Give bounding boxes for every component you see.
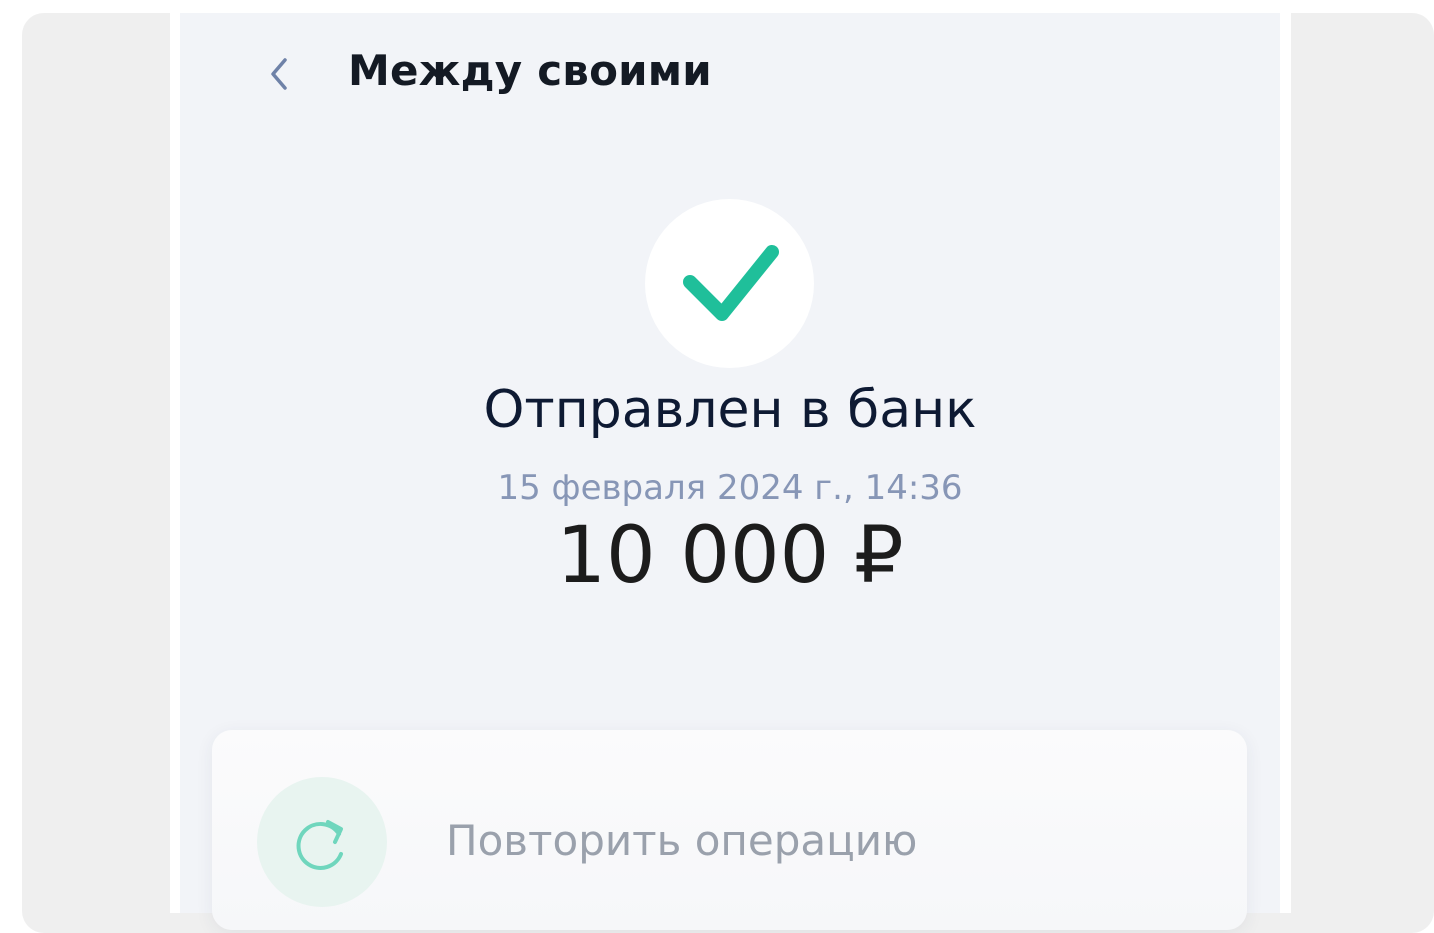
transfer-amount: 10 000 ₽ [556,511,904,601]
status-title: Отправлен в банк [483,380,977,440]
status-date: 15 февраля 2024 г., 14:36 [497,468,963,508]
repeat-icon [296,820,343,870]
page-title: Между своими [348,46,712,95]
repeat-operation-label: Повторить операцию [446,816,918,865]
check-icon [682,244,779,321]
chevron-left-icon [271,58,287,90]
status-success-badge [645,199,814,368]
repeat-icon-badge [257,777,387,907]
back-button[interactable] [258,52,302,96]
